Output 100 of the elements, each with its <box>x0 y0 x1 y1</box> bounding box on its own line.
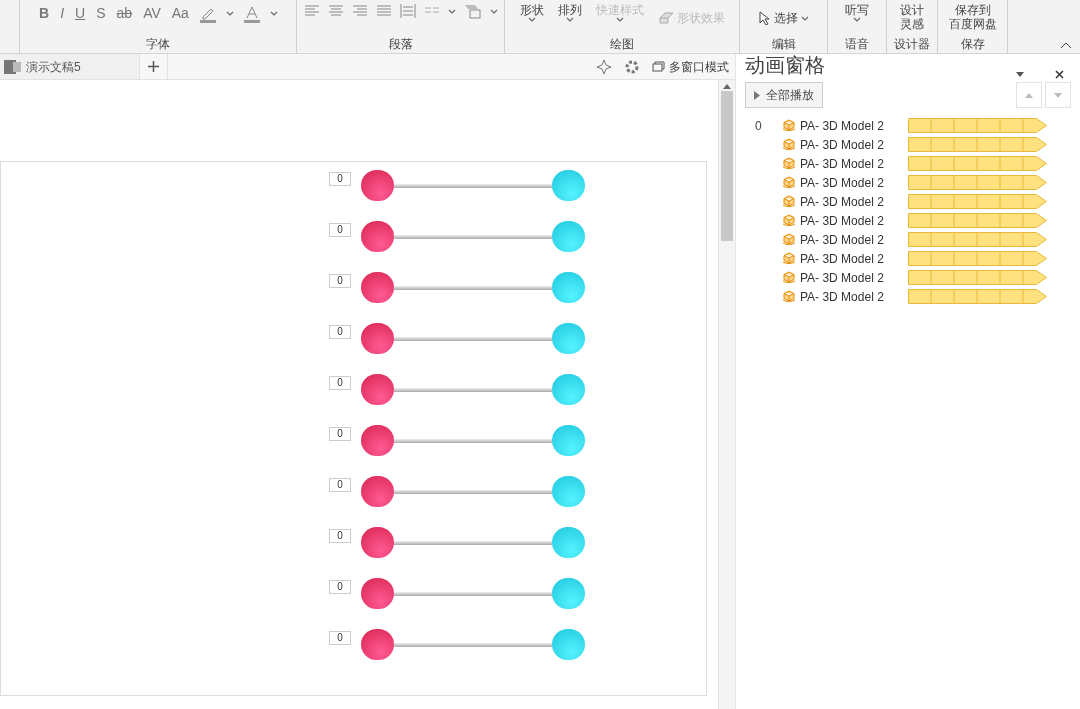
plus-icon <box>148 61 159 72</box>
collapse-ribbon-icon[interactable] <box>1060 41 1072 49</box>
animation-item[interactable]: PA- 3D Model 2 <box>745 230 1071 249</box>
timeline-bar-icon <box>908 137 1047 152</box>
font-color-icon[interactable] <box>242 4 261 23</box>
animation-label: PA- 3D Model 2 <box>800 250 885 268</box>
font-format-button[interactable]: Aa <box>170 3 190 24</box>
timeline-bar-icon <box>908 251 1047 266</box>
counter-label: 0 <box>329 631 351 645</box>
animation-item[interactable]: PA- 3D Model 2 <box>745 192 1071 211</box>
timeline-bar-icon <box>908 270 1047 285</box>
animation-label: PA- 3D Model 2 <box>800 212 885 230</box>
animation-item[interactable]: PA- 3D Model 2 <box>745 173 1071 192</box>
dictate-button[interactable]: 听写 <box>845 3 869 22</box>
chevron-down-icon <box>489 8 498 14</box>
animation-item[interactable]: PA- 3D Model 2 <box>745 249 1071 268</box>
align-text-icon[interactable] <box>351 4 368 18</box>
animation-item[interactable]: 0 PA- 3D Model 2 <box>745 116 1071 135</box>
chevron-down-icon <box>269 11 278 16</box>
animation-label: PA- 3D Model 2 <box>800 193 885 211</box>
animation-item[interactable]: PA- 3D Model 2 <box>745 211 1071 230</box>
group-label: 语音 <box>845 38 869 50</box>
settings-icon[interactable] <box>624 58 640 75</box>
font-format-button[interactable]: ab <box>115 3 134 24</box>
up-arrow-icon <box>1025 92 1033 98</box>
align-text-icon[interactable] <box>327 4 344 18</box>
font-format-button[interactable]: B <box>38 3 51 24</box>
font-format-button[interactable]: S <box>95 3 107 24</box>
animation-label: PA- 3D Model 2 <box>800 136 885 154</box>
counter-label: 0 <box>329 427 351 441</box>
chevron-down-icon <box>853 17 861 22</box>
align-text-icon[interactable] <box>375 4 392 18</box>
animation-item[interactable]: PA- 3D Model 2 <box>745 287 1071 306</box>
ribbon-button[interactable]: 形状 <box>519 3 544 22</box>
timeline-bar-icon <box>908 175 1047 190</box>
close-icon[interactable] <box>1055 70 1064 79</box>
play-all-button[interactable]: 全部播放 <box>745 82 823 108</box>
font-format-button[interactable]: U <box>74 3 87 24</box>
timeline-bar-icon <box>908 232 1047 247</box>
chevron-down-icon <box>615 17 624 22</box>
chevron-down-icon <box>565 17 574 22</box>
font-format-button[interactable]: I <box>59 3 66 24</box>
scroll-up-icon[interactable] <box>723 84 731 89</box>
timeline-bar-icon <box>908 156 1047 171</box>
cube-icon <box>781 231 797 248</box>
vertical-scrollbar[interactable] <box>718 80 735 709</box>
cube-icon <box>781 288 797 305</box>
animation-item[interactable]: PA- 3D Model 2 <box>745 268 1071 287</box>
distribute-text-icon[interactable] <box>399 3 416 19</box>
counter-label: 0 <box>329 376 351 390</box>
move-up-button[interactable] <box>1016 82 1042 108</box>
timeline-bar-icon <box>908 289 1047 304</box>
counter-label: 0 <box>329 580 351 594</box>
align-text-icon[interactable] <box>303 4 320 18</box>
timeline-bar-icon <box>908 194 1047 209</box>
cube-icon <box>781 250 797 267</box>
sparkle-icon[interactable] <box>596 58 612 75</box>
ribbon-button[interactable]: 排列 <box>557 3 582 22</box>
animation-item[interactable]: PA- 3D Model 2 <box>745 135 1071 154</box>
chevron-down-icon <box>527 17 536 22</box>
multi-window-button[interactable]: 多窗口模式 <box>646 57 735 76</box>
group-label: 字体 <box>146 38 170 50</box>
animation-label: PA- 3D Model 2 <box>800 288 885 306</box>
windows-icon <box>652 61 665 72</box>
cursor-icon <box>758 11 771 25</box>
text-box-icon[interactable] <box>463 3 482 19</box>
group-label: 段落 <box>388 38 413 50</box>
counter-label: 0 <box>329 325 351 339</box>
scroll-thumb[interactable] <box>721 91 733 241</box>
cube-icon <box>781 269 797 286</box>
presentation-file-icon <box>4 58 22 75</box>
cube-icon <box>781 193 797 210</box>
font-format-button[interactable]: AV <box>142 3 162 24</box>
pane-title: 动画窗格 <box>745 55 825 75</box>
cube-icon <box>781 174 797 191</box>
animation-label: PA- 3D Model 2 <box>800 155 885 173</box>
cube-icon <box>781 136 797 153</box>
animation-label: PA- 3D Model 2 <box>800 117 885 135</box>
cube-icon <box>781 155 797 172</box>
design-ideas-button[interactable]: 设计 灵感 <box>900 3 924 31</box>
group-label: 编辑 <box>771 38 796 50</box>
group-label: 保存 <box>960 38 985 50</box>
animation-label: PA- 3D Model 2 <box>800 269 885 287</box>
counter-label: 0 <box>329 172 351 186</box>
cube-icon <box>781 212 797 229</box>
document-tab[interactable]: 演示文稿5 <box>0 54 140 79</box>
select-button[interactable]: 选择 <box>758 9 809 27</box>
play-icon <box>754 90 760 100</box>
pane-menu-icon[interactable] <box>1016 72 1024 77</box>
animation-label: PA- 3D Model 2 <box>800 231 885 249</box>
timeline-bar-icon <box>908 213 1047 228</box>
chevron-down-icon <box>447 8 456 14</box>
cube-icon <box>781 117 797 134</box>
counter-label: 0 <box>329 223 351 237</box>
timeline-bar-icon <box>908 118 1047 133</box>
chevron-down-icon <box>225 11 234 16</box>
save-to-cloud-button[interactable]: 保存到 百度网盘 <box>948 3 997 31</box>
sequence-number: 0 <box>755 118 762 133</box>
animation-item[interactable]: PA- 3D Model 2 <box>745 154 1071 173</box>
counter-label: 0 <box>329 529 351 543</box>
